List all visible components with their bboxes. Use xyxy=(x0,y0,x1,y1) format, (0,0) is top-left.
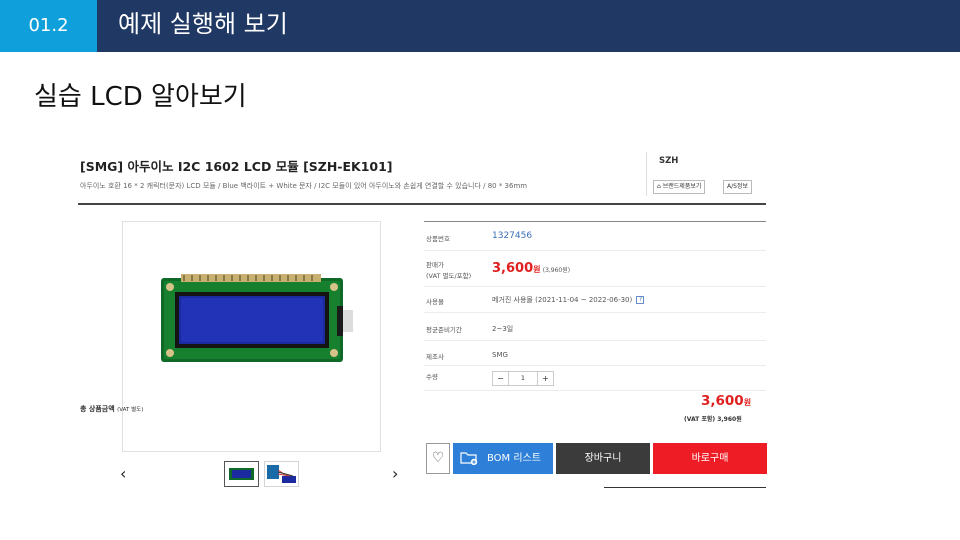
info-row-maker: 제조사 SMG xyxy=(424,341,766,366)
thumbnail-wiring-image xyxy=(267,465,296,483)
total-label-text: 총 상품금액 xyxy=(80,405,115,413)
prep-label: 평균준비기간 xyxy=(426,326,462,334)
info-row-usage: 사용몰 메거진 사용몰 (2021-11-04 ~ 2022-06-30) ? xyxy=(424,287,766,313)
price-group: 3,600원 (3,960원) xyxy=(492,261,570,276)
product-page: [SMG] 아두이노 I2C 1602 LCD 모듈 [SZH-EK101] 아… xyxy=(78,146,768,496)
title-divider xyxy=(78,203,766,205)
code-value[interactable]: 1327456 xyxy=(492,231,532,241)
price-vat: (3,960원) xyxy=(542,267,571,274)
thumbnail-lcd-image xyxy=(229,468,254,480)
usage-label: 사용몰 xyxy=(426,298,444,306)
info-row-qty: 수량 − 1 + xyxy=(424,366,766,391)
lcd-module-image xyxy=(161,274,353,362)
thumbnail-wiring[interactable] xyxy=(264,461,299,487)
total-price: 3,600원 xyxy=(701,393,751,409)
section-number: 01.2 xyxy=(0,0,97,52)
slide-subtitle: 실습 LCD 알아보기 xyxy=(34,82,247,112)
product-info-table: 상품번호 1327456 판매가 (VAT 별도/포함) 3,600원 (3,9… xyxy=(424,221,766,391)
bom-list-label: BOM 리스트 xyxy=(487,453,541,464)
prep-value: 2~3일 xyxy=(492,325,514,333)
qty-label: 수량 xyxy=(426,373,438,381)
total-vat-line: (VAT 포함) 3,960원 xyxy=(684,416,742,423)
total-price-value: 3,600 xyxy=(701,393,744,409)
price-label-1: 판매가 xyxy=(426,261,444,269)
thumbnail-lcd[interactable] xyxy=(224,461,259,487)
add-to-cart-button[interactable]: 장바구니 xyxy=(556,443,650,474)
total-label-vat: (VAT 별도) xyxy=(117,407,144,413)
next-image-arrow[interactable]: › xyxy=(392,464,398,483)
brand-products-label: 브랜드제품보기 xyxy=(662,183,702,190)
code-label: 상품번호 xyxy=(426,235,450,243)
info-row-price: 판매가 (VAT 별도/포함) 3,600원 (3,960원) xyxy=(424,251,766,287)
prev-image-arrow[interactable]: ‹ xyxy=(120,464,126,483)
price-value: 3,600 xyxy=(492,261,534,276)
qty-plus-button[interactable]: + xyxy=(537,371,554,386)
price-label-2: (VAT 별도/포함) xyxy=(426,272,472,280)
help-icon[interactable]: ? xyxy=(636,296,645,304)
info-row-code: 상품번호 1327456 xyxy=(424,222,766,251)
wishlist-button[interactable]: ♡ xyxy=(426,443,450,474)
maker-label: 제조사 xyxy=(426,353,444,361)
maker-value: SMG xyxy=(492,351,508,359)
product-title: [SMG] 아두이노 I2C 1602 LCD 모듈 [SZH-EK101] xyxy=(80,159,393,174)
total-price-unit: 원 xyxy=(743,398,752,407)
heart-icon: ♡ xyxy=(431,450,445,466)
home-icon: ⌂ xyxy=(657,183,661,190)
price-unit: 원 xyxy=(533,265,541,274)
product-description: 아두이노 호환 16 * 2 캐릭터(문자) LCD 모듈 / Blue 백라이… xyxy=(80,182,528,190)
as-info-button[interactable]: A/S정보 xyxy=(723,180,752,194)
brand-name: SZH xyxy=(659,156,679,166)
slide-header-bar: 01.2 예제 실행해 보기 xyxy=(0,0,960,52)
brand-box: SZH ⌂ 브랜드제품보기 A/S정보 xyxy=(646,152,766,196)
quantity-stepper: − 1 + xyxy=(492,371,554,386)
product-image xyxy=(122,221,381,452)
bom-list-button[interactable]: BOM 리스트 xyxy=(453,443,553,474)
buy-now-button[interactable]: 바로구매 xyxy=(653,443,767,474)
brand-products-button[interactable]: ⌂ 브랜드제품보기 xyxy=(653,180,706,194)
usage-group: 메거진 사용몰 (2021-11-04 ~ 2022-06-30) ? xyxy=(492,295,645,305)
usage-value: 메거진 사용몰 (2021-11-04 ~ 2022-06-30) xyxy=(492,296,633,304)
total-label: 총 상품금액 (VAT 별도) xyxy=(80,404,143,414)
info-row-prep: 평균준비기간 2~3일 xyxy=(424,313,766,341)
folder-add-icon xyxy=(460,452,478,465)
qty-input[interactable]: 1 xyxy=(509,371,537,386)
bottom-divider xyxy=(604,487,766,488)
qty-minus-button[interactable]: − xyxy=(492,371,509,386)
section-title: 예제 실행해 보기 xyxy=(118,10,288,38)
